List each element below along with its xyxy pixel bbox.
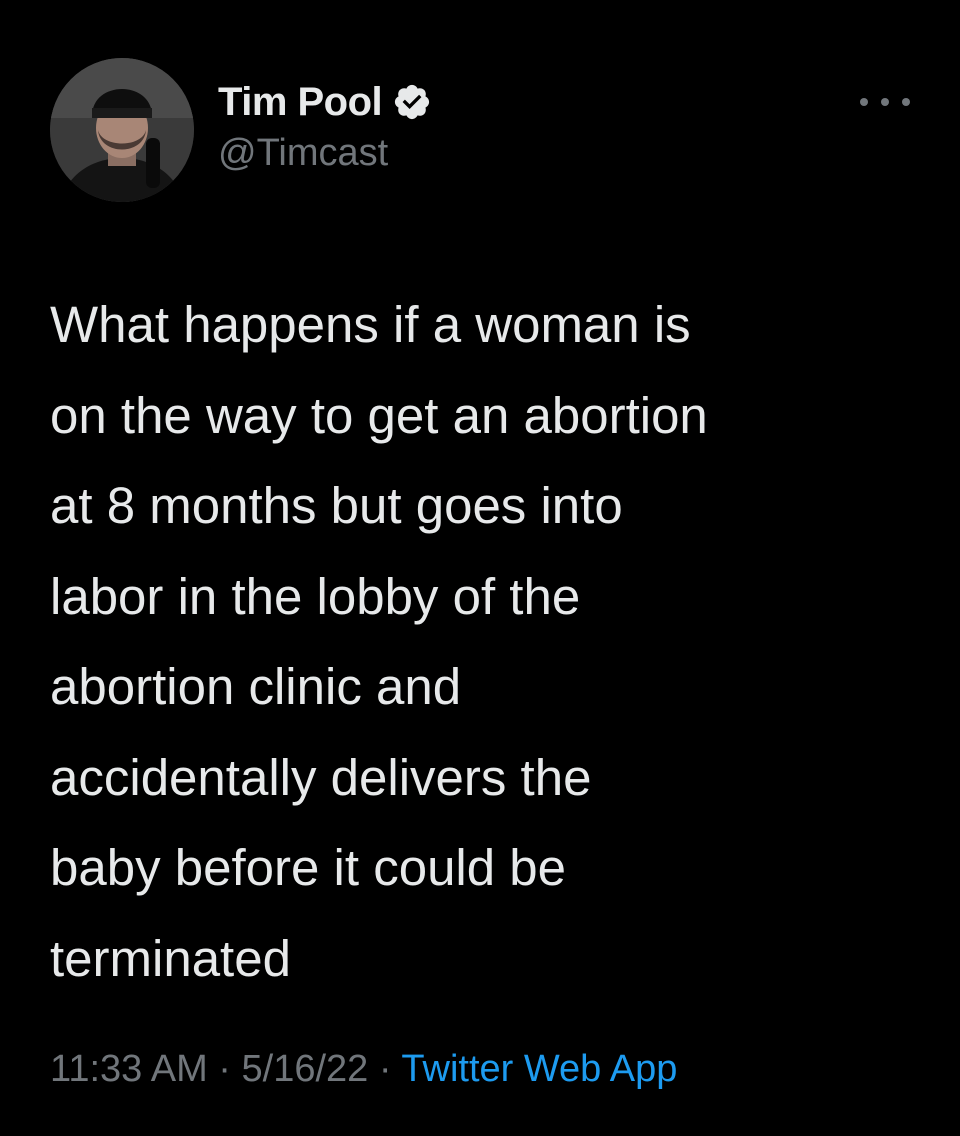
more-dot xyxy=(881,98,889,106)
author-info: Tim Pool @Timcast xyxy=(218,78,432,175)
name-row: Tim Pool xyxy=(218,78,432,126)
tweet-date[interactable]: 5/16/22 xyxy=(242,1048,369,1090)
tweet-text: What happens if a woman is on the way to… xyxy=(50,296,708,987)
avatar[interactable] xyxy=(50,58,194,202)
display-name[interactable]: Tim Pool xyxy=(218,80,383,125)
meta-separator: · xyxy=(218,1048,231,1090)
meta-separator: · xyxy=(378,1048,392,1090)
more-options-icon[interactable] xyxy=(860,92,910,112)
tweet-time[interactable]: 11:33 AM xyxy=(50,1048,208,1090)
tweet-source[interactable]: Twitter Web App xyxy=(401,1048,677,1090)
handle[interactable]: @Timcast xyxy=(218,132,432,175)
tweet-card: Tim Pool @Timcast What happens if a woma… xyxy=(0,0,960,1136)
more-dot xyxy=(902,98,910,106)
tweet-metadata: 11:33 AM · 5/16/22 · Twitter Web App xyxy=(50,1048,677,1091)
verified-badge-icon xyxy=(395,84,430,120)
avatar-image xyxy=(50,58,194,202)
more-dot xyxy=(860,98,868,106)
